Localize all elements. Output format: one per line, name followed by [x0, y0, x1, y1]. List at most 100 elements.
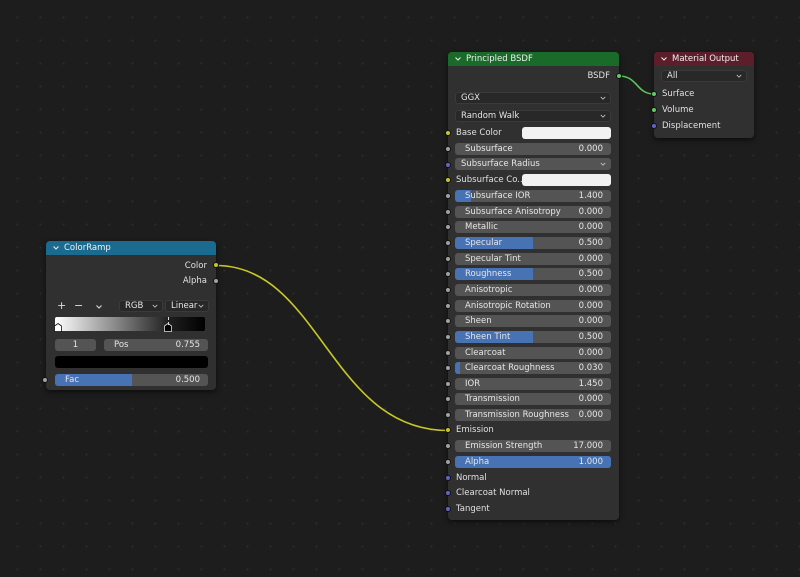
fac-label: Fac: [65, 375, 79, 385]
subsurface-color-swatch[interactable]: [522, 174, 611, 186]
distribution-dropdown[interactable]: GGX: [455, 92, 611, 104]
input-specular[interactable]: Specular 0.500: [455, 236, 611, 249]
input-anisotropic-rotation[interactable]: Anisotropic Rotation 0.000: [455, 299, 611, 312]
field-value: 1.000: [578, 457, 603, 467]
socket-displacement-input[interactable]: [651, 123, 657, 129]
add-stop-button[interactable]: +: [57, 300, 66, 312]
socket-ior[interactable]: [445, 380, 451, 387]
color-mode-dropdown[interactable]: RGB: [119, 300, 163, 312]
target-dropdown[interactable]: All: [661, 70, 747, 82]
socket-anisotropic-rotation[interactable]: [445, 302, 451, 309]
field-label: Transmission: [465, 394, 520, 405]
subsurface-method-value: Random Walk: [461, 111, 520, 121]
socket-surface-input[interactable]: [651, 91, 657, 97]
socket-fac-input[interactable]: [42, 377, 48, 383]
clearcoat-normal-label: Clearcoat Normal: [456, 488, 530, 498]
interpolation-dropdown[interactable]: Linear: [165, 300, 209, 312]
input-anisotropic[interactable]: Anisotropic 0.000: [455, 283, 611, 296]
socket-volume-input[interactable]: [651, 107, 657, 113]
socket-color-output[interactable]: [213, 262, 219, 268]
fac-slider[interactable]: Fac 0.500: [55, 374, 208, 386]
position-field[interactable]: Pos 0.755: [104, 339, 208, 351]
principled-header[interactable]: Principled BSDF: [448, 52, 619, 66]
color-mode-value: RGB: [125, 301, 144, 311]
base-color-label: Base Color: [456, 128, 502, 138]
socket-emission-strength[interactable]: [445, 443, 451, 449]
field-value: 1.400: [578, 191, 603, 201]
input-clearcoat[interactable]: Clearcoat 0.000: [455, 346, 611, 359]
field-label: Sheen: [465, 316, 492, 327]
colorramp-header[interactable]: ColorRamp: [46, 241, 216, 255]
target-value: All: [667, 71, 678, 81]
remove-stop-button[interactable]: −: [74, 300, 83, 312]
socket-anisotropic[interactable]: [445, 286, 451, 293]
input-transmission-roughness[interactable]: Transmission Roughness 0.000: [455, 409, 611, 422]
socket-subsurface-radius[interactable]: [445, 162, 451, 168]
socket-base-color[interactable]: [445, 130, 451, 136]
socket-sheen-tint[interactable]: [445, 333, 451, 340]
field-label: Clearcoat: [465, 347, 506, 358]
input-specular-tint[interactable]: Specular Tint 0.000: [455, 252, 611, 265]
socket-tangent[interactable]: [445, 506, 451, 512]
tangent-label: Tangent: [456, 504, 490, 514]
socket-alpha-output[interactable]: [213, 278, 219, 284]
input-metallic[interactable]: Metallic 0.000: [455, 221, 611, 234]
subsurface-radius-dropdown[interactable]: Subsurface Radius: [455, 158, 611, 170]
base-color-swatch[interactable]: [522, 127, 611, 139]
field-label: IOR: [465, 378, 481, 389]
material-output-node[interactable]: Material Output All Surface Volume Displ…: [654, 52, 754, 138]
input-subsurface-ior[interactable]: Subsurface IOR 1.400: [455, 190, 611, 202]
volume-label: Volume: [662, 105, 694, 115]
socket-bsdf-output[interactable]: [616, 73, 622, 79]
colorramp-node[interactable]: ColorRamp Color Alpha + − RGB Linear 1 P…: [46, 241, 216, 390]
socket-subsurface-ior[interactable]: [445, 193, 451, 199]
stop-color-swatch[interactable]: [55, 356, 208, 368]
input-roughness[interactable]: Roughness 0.500: [455, 268, 611, 281]
socket-subsurface[interactable]: [445, 146, 451, 152]
subsurface-radius-label: Subsurface Radius: [461, 159, 540, 169]
socket-clearcoat[interactable]: [445, 349, 451, 356]
field-value: 0.030: [578, 363, 603, 374]
ramp-menu-icon[interactable]: [95, 303, 103, 311]
field-label: Subsurface Anisotropy: [465, 206, 561, 217]
normal-label: Normal: [456, 473, 487, 483]
input-clearcoat-roughness[interactable]: Clearcoat Roughness 0.030: [455, 362, 611, 375]
material-output-header[interactable]: Material Output: [654, 52, 754, 66]
subsurface-method-dropdown[interactable]: Random Walk: [455, 110, 611, 122]
socket-emission[interactable]: [445, 427, 451, 433]
field-value: 0.000: [578, 394, 603, 405]
field-value: 0.000: [578, 253, 603, 264]
socket-normal[interactable]: [445, 475, 451, 481]
chevron-down-icon: [600, 114, 606, 118]
collapse-chevron-icon[interactable]: [660, 55, 668, 63]
socket-alpha[interactable]: [445, 459, 451, 465]
colorramp-title: ColorRamp: [64, 243, 111, 253]
socket-specular[interactable]: [445, 239, 451, 246]
input-ior[interactable]: IOR 1.450: [455, 377, 611, 390]
input-emission-strength[interactable]: Emission Strength 17.000: [455, 440, 611, 452]
input-sheen-tint[interactable]: Sheen Tint 0.500: [455, 330, 611, 343]
input-subsurface[interactable]: Subsurface 0.000: [455, 143, 611, 155]
input-subsurface-anisotropy[interactable]: Subsurface Anisotropy 0.000: [455, 205, 611, 218]
surface-label: Surface: [662, 89, 695, 99]
color-stop-marker-white[interactable]: [54, 323, 62, 332]
subsurface-color-label: Subsurface Co...: [456, 175, 526, 185]
principled-title: Principled BSDF: [466, 54, 533, 64]
gradient-bar[interactable]: [55, 317, 205, 331]
interpolation-value: Linear: [171, 301, 198, 311]
stop-index-field[interactable]: 1: [55, 339, 96, 351]
socket-clearcoat-normal[interactable]: [445, 490, 451, 496]
collapse-chevron-icon[interactable]: [52, 244, 60, 252]
input-alpha[interactable]: Alpha 1.000: [455, 456, 611, 468]
active-stop-line: [168, 317, 170, 325]
chevron-down-icon: [198, 304, 204, 308]
input-sheen[interactable]: Sheen 0.000: [455, 315, 611, 328]
socket-specular-tint[interactable]: [445, 255, 451, 262]
socket-subsurface-anisotropy[interactable]: [445, 208, 451, 215]
socket-subsurface-color[interactable]: [445, 177, 451, 183]
chevron-down-icon: [152, 304, 158, 308]
principled-bsdf-node[interactable]: Principled BSDF BSDF GGX Random Walk Bas…: [448, 52, 619, 520]
position-label: Pos: [114, 340, 129, 350]
input-transmission[interactable]: Transmission 0.000: [455, 393, 611, 406]
collapse-chevron-icon[interactable]: [454, 55, 462, 63]
